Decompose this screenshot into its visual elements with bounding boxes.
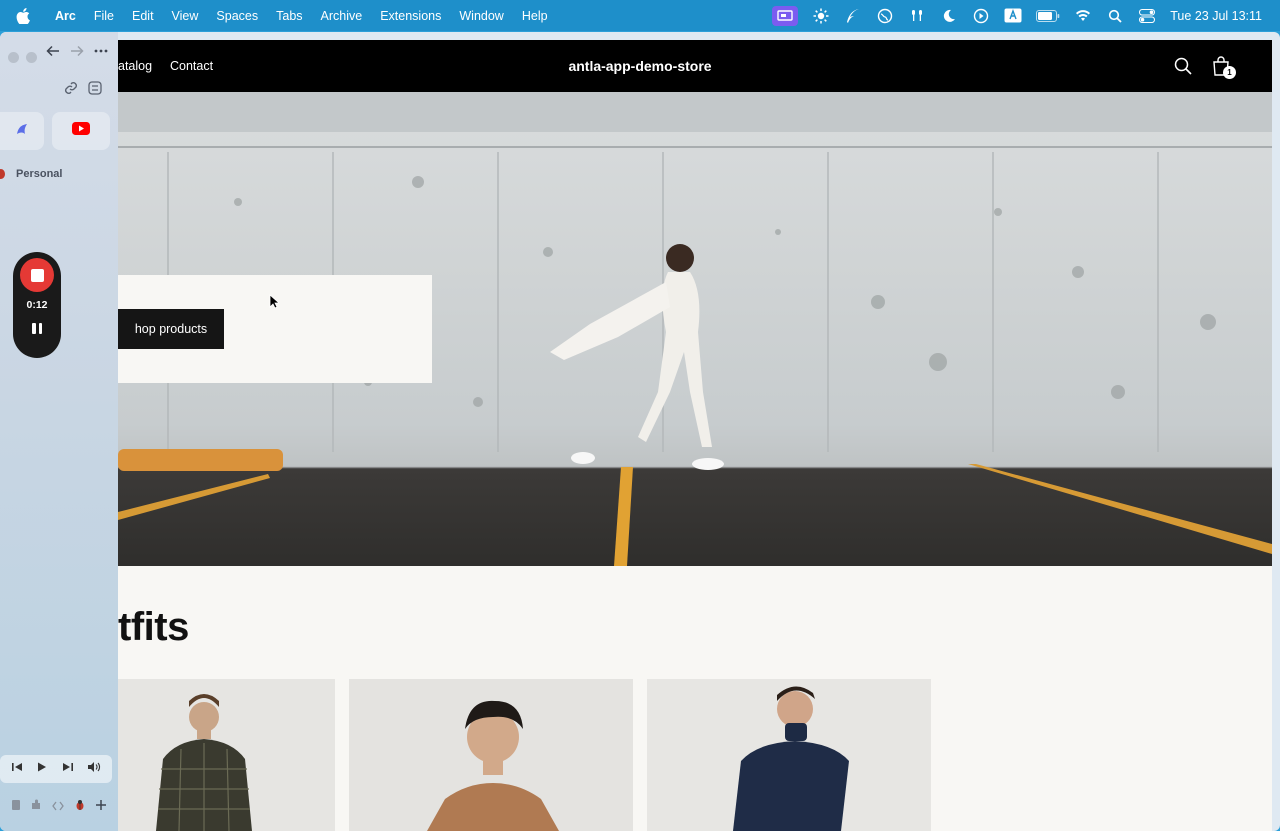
screen-share-icon[interactable]: [772, 5, 799, 26]
code-icon[interactable]: [52, 798, 64, 816]
search-icon[interactable]: [1171, 54, 1195, 78]
hero-banner: hop products: [118, 92, 1272, 566]
battery-icon[interactable]: [1036, 8, 1060, 24]
menu-help[interactable]: Help: [513, 9, 557, 23]
new-tab-plus-icon[interactable]: [95, 798, 107, 816]
menu-extensions[interactable]: Extensions: [371, 9, 450, 23]
product-image-navy-turtleneck: [647, 679, 931, 831]
more-options-icon[interactable]: [94, 44, 108, 61]
input-source-icon[interactable]: [1004, 8, 1022, 24]
stop-recording-button[interactable]: [20, 258, 54, 292]
archive-icon[interactable]: [11, 798, 21, 816]
product-image-plaid-shirt: [118, 679, 335, 831]
pinned-tab-app[interactable]: [0, 112, 44, 150]
sidebar-footer: [0, 795, 118, 819]
menu-file[interactable]: File: [85, 9, 123, 23]
previous-track-icon[interactable]: [11, 760, 23, 778]
mouse-cursor-icon: [269, 294, 281, 314]
vpn-globe-icon[interactable]: [876, 8, 894, 24]
pinned-tab-youtube[interactable]: [52, 112, 110, 150]
bug-icon[interactable]: [74, 798, 86, 816]
youtube-icon: [72, 122, 90, 140]
brightness-icon[interactable]: [812, 8, 830, 24]
product-card-1[interactable]: [118, 679, 335, 831]
store-title[interactable]: antla-app-demo-store: [118, 58, 1162, 74]
menu-tabs[interactable]: Tabs: [267, 9, 311, 23]
cart-icon[interactable]: 1: [1209, 54, 1236, 79]
store-header: atalog Contact antla-app-demo-store 1: [118, 40, 1272, 92]
spotlight-search-icon[interactable]: [1106, 8, 1124, 24]
play-icon[interactable]: [36, 760, 48, 778]
pause-icon[interactable]: [32, 323, 42, 334]
menubar-clock[interactable]: Tue 23 Jul 13:11: [1170, 9, 1262, 23]
app-favicon-icon: [15, 122, 29, 141]
arc-sidebar: Personal 0:12: [0, 32, 118, 831]
menu-bar: Arc File Edit View Spaces Tabs Archive E…: [0, 0, 1280, 31]
cart-count-badge: 1: [1223, 66, 1236, 79]
screen-recorder-widget: 0:12: [13, 252, 61, 358]
menu-edit[interactable]: Edit: [123, 9, 163, 23]
next-track-icon[interactable]: [62, 760, 74, 778]
window-minimize-button[interactable]: [26, 52, 37, 63]
menu-view[interactable]: View: [163, 9, 208, 23]
space-label[interactable]: Personal: [16, 168, 62, 180]
feather-icon[interactable]: [844, 8, 862, 24]
product-card-2[interactable]: [349, 679, 633, 831]
site-controls-icon[interactable]: [88, 81, 102, 100]
hero-card: hop products: [118, 275, 432, 383]
wifi-icon[interactable]: [1074, 8, 1092, 24]
airpods-icon[interactable]: [908, 8, 926, 24]
web-content: atalog Contact antla-app-demo-store 1 ho…: [118, 40, 1272, 831]
recording-timer: 0:12: [26, 299, 48, 311]
media-controls: [0, 755, 112, 783]
moon-icon[interactable]: [940, 8, 958, 24]
product-image-brown-shirt: [349, 679, 633, 831]
back-arrow-icon[interactable]: [46, 44, 60, 61]
forward-arrow-icon[interactable]: [70, 44, 84, 61]
space-color-dot: [0, 169, 5, 179]
product-card-3[interactable]: [647, 679, 931, 831]
extension-icon[interactable]: [30, 798, 42, 816]
menu-spaces[interactable]: Spaces: [207, 9, 267, 23]
menu-window[interactable]: Window: [450, 9, 512, 23]
link-icon[interactable]: [64, 81, 78, 100]
menu-arc[interactable]: Arc: [46, 9, 85, 23]
apple-icon[interactable]: [16, 7, 34, 24]
section-title: tfits: [118, 605, 189, 649]
volume-icon[interactable]: [87, 760, 101, 778]
browser-window: Personal 0:12 atalog Contact antla-app-d…: [0, 32, 1280, 831]
control-center-icon[interactable]: [1138, 8, 1156, 24]
shop-products-button[interactable]: hop products: [118, 309, 224, 349]
menu-archive[interactable]: Archive: [312, 9, 372, 23]
play-circle-icon[interactable]: [972, 8, 990, 24]
window-close-button[interactable]: [8, 52, 19, 63]
